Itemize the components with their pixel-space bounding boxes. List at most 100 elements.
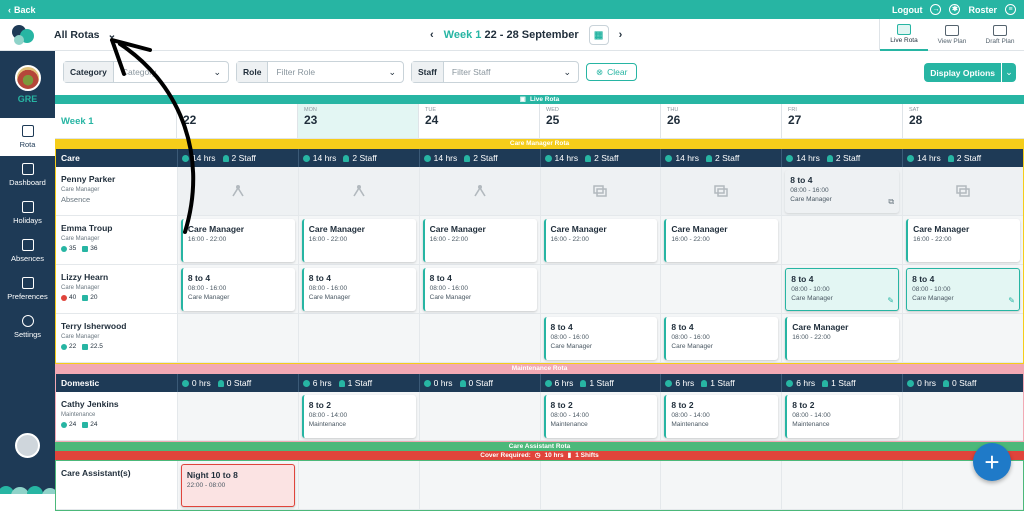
shift-card[interactable]: Night 10 to 8 22:00 - 08:00	[180, 464, 295, 507]
rota-cell[interactable]: 8 to 4 08:00 - 16:00 Care Manager	[539, 314, 661, 362]
rota-cell[interactable]	[781, 216, 903, 264]
shift-card[interactable]: 8 to 4 08:00 - 16:00 Care Manager	[180, 268, 295, 311]
rota-cell[interactable]: Care Manager 16:00 - 22:00	[902, 216, 1023, 264]
rota-cell[interactable]	[418, 392, 540, 440]
gear-icon[interactable]: ✱	[949, 4, 961, 15]
add-shift-button[interactable]: +	[973, 443, 1011, 481]
rota-cell[interactable]	[781, 461, 903, 509]
staff-info[interactable]: Care Assistant(s)	[56, 461, 177, 509]
rota-cell[interactable]	[176, 167, 298, 215]
rota-cell[interactable]: 8 to 4 08:00 - 16:00 Care Manager	[176, 265, 298, 313]
shift-card[interactable]: 8 to 2 08:00 - 14:00 Maintenance	[543, 395, 658, 438]
rota-cell[interactable]	[176, 314, 298, 362]
rota-cell[interactable]	[297, 314, 419, 362]
day-header-sat[interactable]: SAT 28	[902, 104, 1023, 138]
shift-card[interactable]: Care Manager 16:00 - 22:00	[785, 317, 900, 360]
day-header-tue[interactable]: TUE 24	[418, 104, 539, 138]
staff-info[interactable]: Cathy Jenkins Maintenance 24 24	[56, 392, 177, 440]
rota-cell[interactable]	[297, 167, 419, 215]
view-tab-draft-plan[interactable]: Draft Plan	[976, 19, 1024, 51]
roster-link[interactable]: Roster	[968, 5, 997, 15]
shift-card[interactable]: 8 to 4 08:00 - 10:00 Care Manager	[906, 268, 1020, 311]
rota-cell[interactable]: Care Manager 16:00 - 22:00	[781, 314, 903, 362]
shift-card[interactable]: 8 to 4 08:00 - 16:00 Care Manager	[301, 268, 416, 311]
rota-cell[interactable]: Care Manager 16:00 - 22:00	[660, 216, 782, 264]
staff-info[interactable]: Penny Parker Care Manager Absence	[56, 167, 177, 215]
shift-card[interactable]: 8 to 4 08:00 - 16:00 Care Manager	[785, 170, 900, 213]
staff-info[interactable]: Lizzy Hearn Care Manager 40 20	[56, 265, 177, 313]
rota-cell[interactable]	[176, 392, 298, 440]
display-options-dropdown[interactable]: ⌄	[1002, 63, 1016, 82]
sidebar-item-preferences[interactable]: Preferences	[0, 270, 55, 308]
user-avatar[interactable]	[15, 433, 40, 458]
rota-cell[interactable]: 8 to 4 08:00 - 16:00 Care Manager	[660, 314, 782, 362]
category-filter[interactable]: Category Category ⌄	[63, 61, 229, 83]
prev-week-button[interactable]: ‹	[430, 29, 434, 41]
rota-cell[interactable]	[297, 461, 419, 509]
roster-icon[interactable]: ≡	[1005, 4, 1016, 15]
shift-card[interactable]: Care Manager 16:00 - 22:00	[664, 219, 779, 262]
rota-cell[interactable]	[418, 461, 540, 509]
logout-icon[interactable]: →	[930, 4, 942, 15]
rota-select[interactable]: All Rotas ⌄	[54, 29, 116, 41]
rota-cell[interactable]: Care Manager 16:00 - 22:00	[418, 216, 540, 264]
back-link[interactable]: ‹ Back	[8, 5, 36, 15]
rota-cell[interactable]	[539, 167, 661, 215]
pencil-icon[interactable]: ✎	[887, 296, 894, 305]
rota-cell[interactable]: Night 10 to 8 22:00 - 08:00	[176, 461, 298, 509]
shift-card[interactable]: 8 to 2 08:00 - 14:00 Maintenance	[785, 395, 900, 438]
shift-card[interactable]: Care Manager 16:00 - 22:00	[301, 219, 416, 262]
shift-card[interactable]: Care Manager 16:00 - 22:00	[180, 219, 295, 262]
rota-cell[interactable]: 8 to 4 08:00 - 16:00 Care Manager	[297, 265, 419, 313]
rota-cell[interactable]: 8 to 2 08:00 - 14:00 Maintenance	[539, 392, 661, 440]
rota-cell[interactable]	[539, 265, 661, 313]
rota-cell[interactable]: Care Manager 16:00 - 22:00	[539, 216, 661, 264]
clear-button[interactable]: ⊗ Clear	[586, 63, 638, 81]
sidebar-item-holidays[interactable]: Holidays	[0, 194, 55, 232]
staff-info[interactable]: Terry Isherwood Care Manager 22 22.5	[56, 314, 177, 362]
day-header-thu[interactable]: THU 26	[660, 104, 781, 138]
rota-cell[interactable]	[902, 392, 1023, 440]
day-header-wed[interactable]: WED 25	[539, 104, 660, 138]
rota-cell[interactable]: Care Manager 16:00 - 22:00	[297, 216, 419, 264]
shift-card[interactable]: 8 to 4 08:00 - 10:00 Care Manager	[785, 268, 900, 311]
rota-cell[interactable]: 8 to 2 08:00 - 14:00 Maintenance	[781, 392, 903, 440]
rota-cell[interactable]	[902, 314, 1023, 362]
role-filter[interactable]: Role Filter Role ⌄	[236, 61, 404, 83]
rota-cell[interactable]	[902, 167, 1023, 215]
rota-cell[interactable]	[418, 314, 540, 362]
day-header-fri[interactable]: FRI 27	[781, 104, 902, 138]
sidebar-item-absences[interactable]: Absences	[0, 232, 55, 270]
shift-card[interactable]: 8 to 4 08:00 - 16:00 Care Manager	[422, 268, 537, 311]
rota-cell[interactable]: Care Manager 16:00 - 22:00	[176, 216, 298, 264]
calendar-icon[interactable]: ▦	[588, 25, 609, 45]
next-week-button[interactable]: ›	[619, 29, 623, 41]
rota-cell[interactable]	[660, 167, 782, 215]
day-header-mon[interactable]: MON 23	[297, 104, 418, 138]
shift-card[interactable]: 8 to 4 08:00 - 16:00 Care Manager	[664, 317, 779, 360]
shift-card[interactable]: Care Manager 16:00 - 22:00	[906, 219, 1020, 262]
display-options-button[interactable]: Display Options	[924, 63, 1001, 82]
rota-cell[interactable]	[660, 461, 782, 509]
staff-info[interactable]: Emma Troup Care Manager 35 36	[56, 216, 177, 264]
rota-cell[interactable]: 8 to 4 08:00 - 16:00 Care Manager ⧉	[781, 167, 903, 215]
rota-cell[interactable]	[539, 461, 661, 509]
sidebar-item-rota[interactable]: Rota	[0, 118, 55, 156]
view-tab-view-plan[interactable]: View Plan	[928, 19, 976, 51]
sidebar-item-settings[interactable]: Settings	[0, 308, 55, 346]
shift-card[interactable]: 8 to 2 08:00 - 14:00 Maintenance	[301, 395, 416, 438]
rota-cell[interactable]	[418, 167, 540, 215]
shift-card[interactable]: Care Manager 16:00 - 22:00	[422, 219, 537, 262]
logout-link[interactable]: Logout	[892, 5, 923, 15]
rota-cell[interactable]: 8 to 2 08:00 - 14:00 Maintenance	[660, 392, 782, 440]
staff-filter[interactable]: Staff Filter Staff ⌄	[411, 61, 579, 83]
view-tab-live-rota[interactable]: Live Rota	[880, 19, 928, 51]
shift-card[interactable]: 8 to 2 08:00 - 14:00 Maintenance	[664, 395, 779, 438]
rota-cell[interactable]: 8 to 4 08:00 - 16:00 Care Manager	[418, 265, 540, 313]
rota-cell[interactable]	[660, 265, 782, 313]
rota-cell[interactable]: 8 to 4 08:00 - 10:00 Care Manager ✎	[781, 265, 903, 313]
pencil-icon[interactable]: ✎	[1008, 296, 1015, 305]
rota-cell[interactable]: 8 to 2 08:00 - 14:00 Maintenance	[297, 392, 419, 440]
shift-card[interactable]: Care Manager 16:00 - 22:00	[543, 219, 658, 262]
shift-card[interactable]: 8 to 4 08:00 - 16:00 Care Manager	[543, 317, 658, 360]
